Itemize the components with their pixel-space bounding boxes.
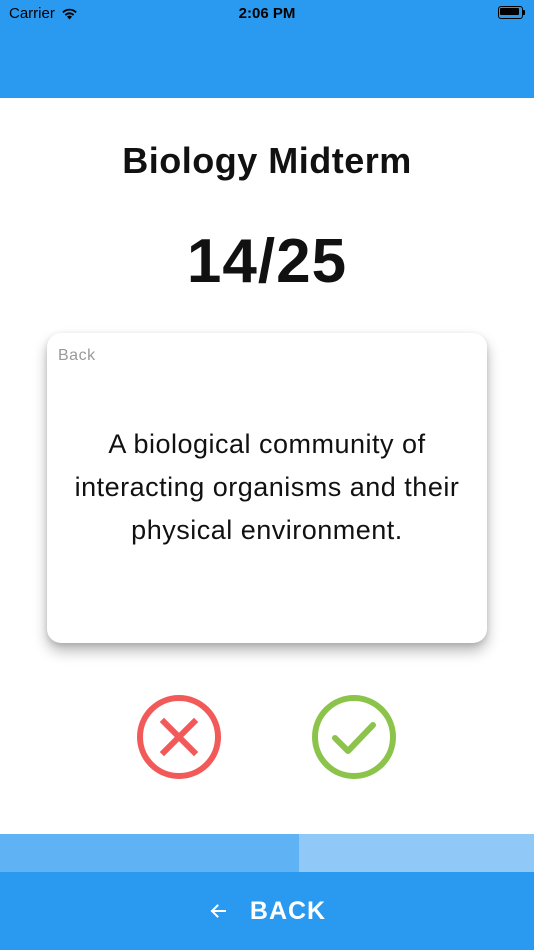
battery-full-icon	[498, 6, 525, 19]
status-bar: Carrier 2:06 PM	[0, 0, 534, 28]
flashcard[interactable]: Back A biological community of interacti…	[47, 333, 487, 643]
progress-count: 14/25	[186, 227, 348, 296]
quiz-progress-bar	[0, 834, 534, 872]
card-side-label: Back	[58, 347, 96, 364]
x-circle-icon	[137, 695, 221, 779]
quiz-progress-fill	[0, 834, 300, 872]
status-time: 2:06 PM	[238, 5, 296, 22]
battery-level	[500, 8, 519, 15]
battery-cap	[523, 10, 525, 15]
arrow-left-icon	[210, 904, 226, 918]
mark-wrong-button[interactable]	[136, 694, 222, 780]
back-button[interactable]: BACK	[0, 872, 534, 950]
mark-correct-button[interactable]	[311, 694, 397, 780]
card-answer-text: A biological community of interacting or…	[74, 429, 460, 545]
quiz-title: Biology Midterm	[122, 140, 412, 181]
back-button-label: BACK	[249, 896, 327, 925]
check-circle-icon	[312, 695, 396, 779]
